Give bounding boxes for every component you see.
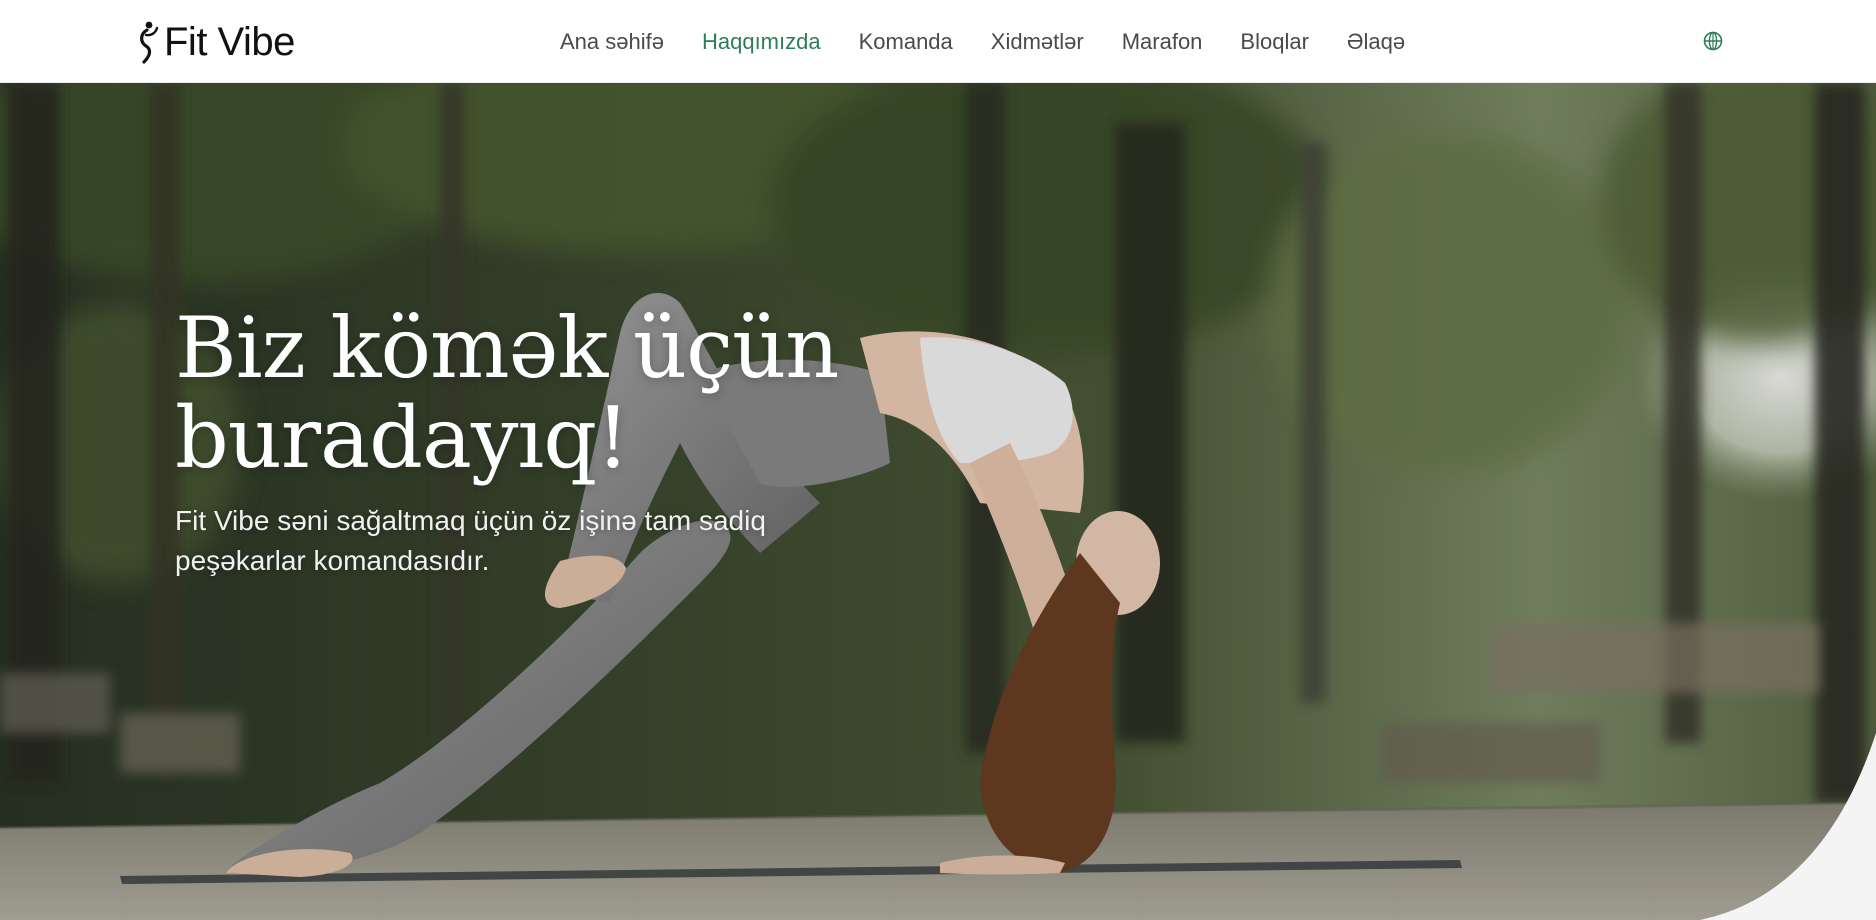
hero-section: Biz kömək üçün buradayıq! Fit Vibe səni … [0, 83, 1876, 920]
nav-item-about[interactable]: Haqqımızda [702, 29, 821, 55]
brand-logo[interactable]: Fit Vibe [134, 18, 295, 66]
globe-icon [1703, 31, 1723, 51]
language-switcher[interactable] [1702, 30, 1724, 52]
site-header: Fit Vibe Ana səhifə Haqqımızda Komanda X… [0, 0, 1876, 83]
nav-item-team[interactable]: Komanda [859, 29, 953, 55]
nav-item-services[interactable]: Xidmətlər [991, 29, 1084, 55]
hero-title-line1: Biz kömək üçün [175, 299, 839, 397]
nav-item-home[interactable]: Ana səhifə [560, 29, 664, 55]
dancer-figure-icon [140, 21, 159, 64]
hero-subtitle: Fit Vibe səni sağaltmaq üçün öz işinə ta… [175, 501, 855, 581]
main-nav: Ana səhifə Haqqımızda Komanda Xidmətlər … [560, 0, 1443, 83]
hero-title-line2: buradayıq! [175, 389, 630, 487]
hero-subtitle-line2: peşəkarlar komandasıdır. [175, 545, 490, 576]
hero-title: Biz kömək üçün buradayıq! [175, 303, 1075, 483]
nav-item-marathon[interactable]: Marafon [1122, 29, 1203, 55]
nav-item-contact[interactable]: Əlaqə [1347, 29, 1405, 55]
nav-item-blogs[interactable]: Bloqlar [1240, 29, 1308, 55]
hero-subtitle-line1: Fit Vibe səni sağaltmaq üçün öz işinə ta… [175, 505, 766, 536]
brand-name: Fit Vibe [164, 20, 295, 64]
